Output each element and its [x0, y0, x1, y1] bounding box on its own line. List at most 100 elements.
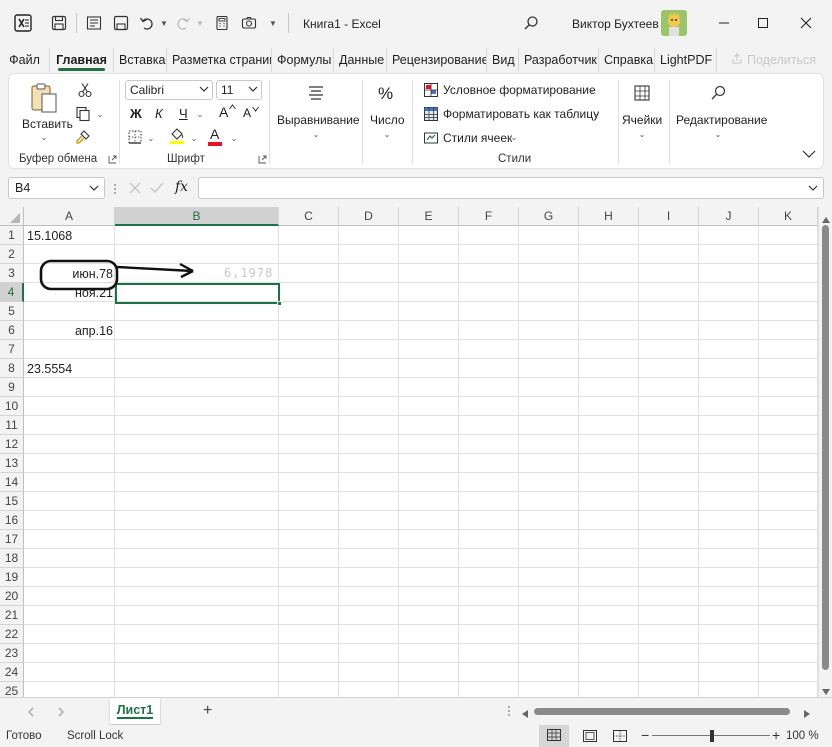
paste-label[interactable]: Вставить: [22, 117, 73, 131]
fill-color-icon[interactable]: [169, 127, 185, 145]
font-color-dropdown-icon[interactable]: ⌄: [229, 133, 239, 143]
tab-help[interactable]: Справка: [599, 48, 655, 72]
drag-handle-icon[interactable]: [112, 183, 118, 195]
search-icon[interactable]: [522, 14, 540, 32]
editing-dropdown-icon[interactable]: ⌄: [713, 129, 723, 139]
tab-developer[interactable]: Разработчик: [519, 48, 599, 72]
tab-page-layout[interactable]: Разметка страниц: [167, 48, 272, 72]
save-icon[interactable]: [50, 14, 68, 32]
font-name-select[interactable]: Calibri: [125, 80, 213, 100]
alignment-button[interactable]: Выравнивание: [277, 113, 360, 127]
customize-toolbar-icon[interactable]: ▼: [264, 14, 282, 32]
italic-button[interactable]: К: [155, 106, 163, 121]
cell-styles-button[interactable]: Стили ячеек: [443, 131, 512, 145]
format-as-table-dropdown-icon[interactable]: ⌄: [592, 108, 602, 118]
user-name[interactable]: Виктор Бухтеев: [572, 17, 659, 31]
next-sheet-icon[interactable]: [57, 706, 65, 720]
format-painter-icon[interactable]: [75, 129, 91, 145]
font-size-select[interactable]: 11: [216, 80, 262, 100]
scroll-right-icon[interactable]: [804, 707, 810, 721]
paste-dropdown-icon[interactable]: ⌄: [39, 132, 49, 142]
number-button[interactable]: Число: [370, 113, 405, 127]
cells-icon[interactable]: [633, 84, 651, 102]
sheet-tab-bar: Лист1 +: [0, 697, 832, 725]
tab-formulas[interactable]: Формулы: [272, 48, 334, 72]
shrink-font-button[interactable]: A: [243, 106, 251, 120]
spreadsheet-grid[interactable]: ABCDEFGHIJK 1 2 3 4 5 6 7 8 9 10 11 12 13 14 15 16 17 18 1…: [0, 207, 832, 697]
vertical-scrollbar[interactable]: [818, 207, 832, 697]
cell-styles-icon[interactable]: [423, 130, 439, 146]
camera-icon[interactable]: [240, 14, 258, 32]
tab-lightpdf[interactable]: LightPDF: [655, 48, 717, 72]
page-layout-view-icon[interactable]: [583, 730, 597, 745]
window-title: Книга1 - Excel: [303, 17, 381, 31]
editing-button[interactable]: Редактирование: [676, 113, 767, 127]
page-break-view-icon[interactable]: [613, 730, 627, 745]
chevron-down-icon: [198, 83, 210, 98]
collapse-ribbon-icon[interactable]: [801, 146, 817, 162]
calculator-icon[interactable]: [213, 14, 231, 32]
copy-dropdown-icon[interactable]: ⌄: [95, 109, 105, 119]
cut-icon[interactable]: [77, 82, 93, 98]
font-color-button[interactable]: A: [210, 126, 219, 142]
close-button[interactable]: [794, 12, 818, 34]
conditional-formatting-dropdown-icon[interactable]: ⌄: [587, 84, 597, 94]
vertical-scroll-thumb[interactable]: [822, 225, 829, 670]
minimize-button[interactable]: [712, 12, 736, 34]
format-as-table-icon[interactable]: [423, 106, 439, 122]
tab-view[interactable]: Вид: [487, 48, 519, 72]
alignment-dropdown-icon[interactable]: ⌄: [311, 129, 321, 139]
zoom-slider-thumb[interactable]: [710, 730, 714, 742]
cells-dropdown-icon[interactable]: ⌄: [637, 129, 647, 139]
maximize-button[interactable]: [751, 12, 775, 34]
grow-font-button[interactable]: A: [219, 104, 228, 120]
editing-search-icon[interactable]: [709, 84, 727, 102]
clipboard-launcher-icon[interactable]: [107, 154, 117, 164]
scroll-left-icon[interactable]: [522, 707, 528, 721]
add-sheet-button[interactable]: +: [203, 702, 212, 720]
fill-color-dropdown-icon[interactable]: ⌄: [189, 133, 199, 143]
borders-icon[interactable]: [127, 129, 143, 145]
form-icon[interactable]: [85, 14, 103, 32]
prev-sheet-icon[interactable]: [27, 706, 35, 720]
underline-button[interactable]: Ч: [179, 106, 188, 121]
alignment-icon[interactable]: [307, 84, 325, 102]
undo-icon[interactable]: [138, 14, 156, 32]
scroll-up-icon[interactable]: [822, 212, 830, 226]
save-as-icon[interactable]: [112, 14, 130, 32]
copy-icon[interactable]: [75, 106, 91, 122]
underline-dropdown-icon[interactable]: ⌄: [195, 108, 205, 120]
tab-insert[interactable]: Вставка: [114, 48, 167, 72]
paste-icon[interactable]: [29, 82, 59, 114]
name-box[interactable]: B4: [8, 177, 105, 199]
undo-dropdown-icon[interactable]: ▼: [155, 14, 173, 32]
cell-styles-dropdown-icon[interactable]: ⌄: [509, 132, 519, 142]
format-as-table-button[interactable]: Форматировать как таблицу: [443, 107, 599, 121]
zoom-out-button[interactable]: −: [641, 727, 649, 743]
expand-formula-bar-icon[interactable]: [807, 182, 819, 197]
number-dropdown-icon[interactable]: ⌄: [382, 129, 392, 139]
avatar[interactable]: [661, 10, 687, 36]
conditional-formatting-icon[interactable]: [423, 82, 439, 98]
zoom-in-button[interactable]: +: [772, 727, 780, 743]
borders-dropdown-icon[interactable]: ⌄: [146, 133, 156, 143]
formula-input[interactable]: [198, 177, 824, 199]
horizontal-scrollbar[interactable]: [520, 705, 816, 718]
number-format-icon[interactable]: %: [378, 84, 393, 104]
zoom-level[interactable]: 100 %: [786, 730, 819, 742]
horizontal-scroll-thumb[interactable]: [534, 708, 790, 715]
scroll-down-icon[interactable]: [822, 684, 830, 697]
cells-button[interactable]: Ячейки: [622, 113, 662, 127]
conditional-formatting-button[interactable]: Условное форматирование: [443, 83, 596, 97]
chevron-down-icon[interactable]: [88, 182, 100, 197]
tab-home[interactable]: Главная: [50, 48, 114, 72]
tab-data[interactable]: Данные: [334, 48, 387, 72]
tab-review[interactable]: Рецензирование: [387, 48, 487, 72]
sheet-tab-list1[interactable]: Лист1: [110, 698, 160, 724]
normal-view-button[interactable]: [539, 725, 569, 747]
insert-function-button[interactable]: fx: [175, 179, 188, 195]
tab-splitter-handle[interactable]: [507, 704, 511, 718]
font-launcher-icon[interactable]: [257, 154, 267, 164]
tab-file[interactable]: Файл: [0, 48, 50, 72]
bold-button[interactable]: Ж: [130, 106, 142, 121]
